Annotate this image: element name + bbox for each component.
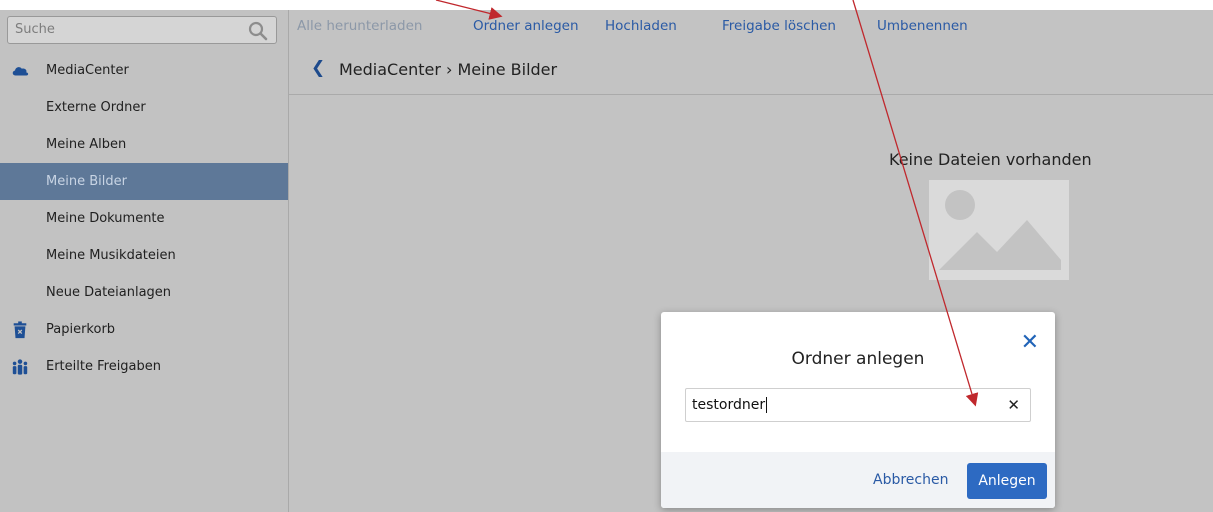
sidebar-item-meine-bilder[interactable]: Meine Bilder xyxy=(0,163,288,200)
download-all-button[interactable]: Alle herunterladen xyxy=(297,18,422,34)
sidebar: Suche MediaCenter Externe Ordner Meine A… xyxy=(0,10,289,512)
sidebar-item-neue-dateianlagen[interactable]: Neue Dateianlagen xyxy=(0,274,288,311)
sidebar-item-papierkorb[interactable]: Papierkorb xyxy=(0,311,288,348)
folder-name-value: testordner xyxy=(692,397,768,413)
sidebar-item-label: Meine Bilder xyxy=(46,174,127,189)
toolbar: Alle herunterladen Ordner anlegen Hochla… xyxy=(289,10,1213,43)
sidebar-item-meine-musikdateien[interactable]: Meine Musikdateien xyxy=(0,237,288,274)
sidebar-item-label: Meine Musikdateien xyxy=(46,248,176,263)
sidebar-item-meine-alben[interactable]: Meine Alben xyxy=(0,126,288,163)
breadcrumb-path: MediaCenter › Meine Bilder xyxy=(339,60,558,79)
dialog-footer: Abbrechen Anlegen xyxy=(661,452,1055,508)
rename-button[interactable]: Umbenennen xyxy=(877,18,968,34)
sidebar-item-label: Externe Ordner xyxy=(46,100,146,115)
create-button[interactable]: Anlegen xyxy=(967,463,1047,499)
delete-share-button[interactable]: Freigabe löschen xyxy=(722,18,836,34)
image-placeholder-icon xyxy=(929,180,1069,280)
sidebar-item-label: MediaCenter xyxy=(46,63,129,78)
chevron-left-icon[interactable]: ❮ xyxy=(311,58,325,78)
clear-icon[interactable]: ✕ xyxy=(1007,396,1020,414)
sidebar-item-label: Meine Alben xyxy=(46,137,127,152)
search-placeholder: Suche xyxy=(15,22,55,37)
search-input[interactable]: Suche xyxy=(7,16,277,44)
sidebar-item-externe-ordner[interactable]: Externe Ordner xyxy=(0,89,288,126)
sidebar-item-label: Meine Dokumente xyxy=(46,211,165,226)
empty-state-text: Keine Dateien vorhanden xyxy=(889,150,1092,169)
sidebar-item-meine-dokumente[interactable]: Meine Dokumente xyxy=(0,200,288,237)
people-icon xyxy=(12,359,28,375)
sidebar-item-label: Erteilte Freigaben xyxy=(46,359,162,374)
create-folder-dialog: ✕ Ordner anlegen testordner ✕ Abbrechen … xyxy=(661,312,1055,508)
dialog-title: Ordner anlegen xyxy=(791,349,925,369)
upload-button[interactable]: Hochladen xyxy=(605,18,677,34)
cancel-button[interactable]: Abbrechen xyxy=(873,472,948,488)
sidebar-item-label: Neue Dateianlagen xyxy=(46,285,172,300)
breadcrumb: ❮ MediaCenter › Meine Bilder xyxy=(289,43,1213,95)
trash-icon xyxy=(13,321,27,339)
search-icon[interactable] xyxy=(248,21,268,41)
sidebar-item-label: Papierkorb xyxy=(46,322,116,337)
sidebar-item-erteilte-freigaben[interactable]: Erteilte Freigaben xyxy=(0,348,288,385)
folder-name-input[interactable]: testordner ✕ xyxy=(685,388,1031,422)
cloud-icon xyxy=(12,67,29,76)
create-folder-button[interactable]: Ordner anlegen xyxy=(473,18,579,34)
sidebar-item-mediacenter[interactable]: MediaCenter xyxy=(0,52,288,89)
